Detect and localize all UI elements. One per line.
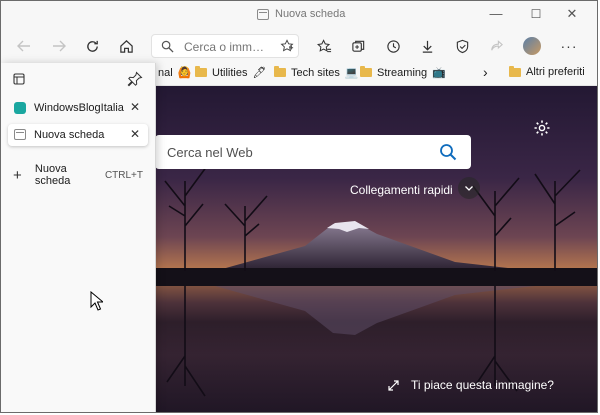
settings-gear-icon[interactable] <box>533 119 551 137</box>
new-tab-page: Cerca nel Web Collegamenti rapidi Ti pia… <box>155 86 597 412</box>
toolbar: Cerca o imm… ··· <box>1 29 597 63</box>
favorite-folder-tech-sites[interactable]: Tech sites 💻 <box>274 66 359 79</box>
expand-icon <box>388 379 399 391</box>
close-tab-icon[interactable]: ✕ <box>130 127 140 141</box>
plus-icon: + <box>13 166 22 184</box>
downloads-button[interactable] <box>414 33 440 59</box>
windowsblogitalia-favicon-icon <box>14 102 26 114</box>
more-button[interactable]: ··· <box>556 33 582 59</box>
favorite-label: Streaming <box>377 66 428 79</box>
image-info-label: Ti piace questa immagine? <box>411 378 554 392</box>
favorite-emoji: 📺 <box>432 67 446 79</box>
favorite-folder-utilities[interactable]: Utilities 🖊 <box>195 66 266 79</box>
address-bar[interactable]: Cerca o imm… <box>151 34 299 58</box>
home-icon <box>119 39 133 53</box>
browser-window: Nuova scheda — ☐ ✕ Cerca o imm… ··· nal … <box>0 0 598 413</box>
history-button[interactable] <box>380 33 406 59</box>
profile-button[interactable] <box>519 33 545 59</box>
new-tab-button[interactable]: + Nuova scheda CTRL+T <box>13 163 143 187</box>
favorites-icon <box>316 38 331 52</box>
close-tab-icon[interactable]: ✕ <box>130 100 140 114</box>
back-button[interactable] <box>11 33 37 59</box>
collections-button[interactable] <box>345 33 371 59</box>
home-button[interactable] <box>113 33 139 59</box>
window-title: Nuova scheda <box>257 8 345 20</box>
web-search-placeholder: Cerca nel Web <box>167 145 253 160</box>
refresh-button[interactable] <box>79 33 105 59</box>
minimize-button[interactable]: — <box>481 3 511 25</box>
chevron-right-icon: › <box>483 64 488 80</box>
forward-button[interactable] <box>46 33 72 59</box>
profile-avatar <box>523 37 541 55</box>
image-info[interactable]: Ti piace questa immagine? <box>388 378 554 392</box>
favorite-label: nal <box>158 66 173 79</box>
search-icon[interactable] <box>439 143 457 161</box>
folder-icon <box>195 66 207 77</box>
folder-icon <box>360 66 372 77</box>
new-tab-label: Nuova scheda <box>34 163 71 187</box>
chevron-down-icon <box>465 186 473 191</box>
favorite-folder-streaming[interactable]: Streaming 📺 <box>360 66 446 79</box>
tab-icon <box>257 8 269 20</box>
pin-icon[interactable] <box>127 71 143 87</box>
refresh-icon <box>86 40 98 52</box>
folder-icon <box>274 66 286 77</box>
address-placeholder: Cerca o imm… <box>184 40 265 54</box>
new-tab-favicon-icon <box>14 129 26 140</box>
back-icon <box>17 40 30 52</box>
favorite-label: Utilities <box>212 66 248 79</box>
vertical-tab-nuova-scheda[interactable]: Nuova scheda ✕ <box>8 124 148 146</box>
add-favorite-icon[interactable] <box>280 39 294 53</box>
favorite-emoji: 🖊 <box>252 67 267 79</box>
vertical-tab-label: Nuova scheda <box>34 129 105 141</box>
forward-icon <box>53 40 66 52</box>
downloads-icon <box>422 40 432 53</box>
vertical-tab-windowsblogitalia[interactable]: WindowsBlogItalia | W ✕ <box>8 97 148 119</box>
maximize-button[interactable]: ☐ <box>521 3 551 25</box>
quick-links-label[interactable]: Collegamenti rapidi <box>350 183 453 197</box>
favorite-item-0[interactable]: nal 🙆 <box>158 66 192 80</box>
favorites-button[interactable] <box>311 33 337 59</box>
browser-essentials-button[interactable] <box>449 33 475 59</box>
new-tab-shortcut: CTRL+T <box>104 169 143 181</box>
favorites-more-button[interactable]: › <box>483 64 488 80</box>
folder-icon <box>509 65 521 77</box>
title-bar: Nuova scheda — ☐ ✕ <box>1 1 597 29</box>
vertical-tab-label: WindowsBlogItalia | W <box>34 102 126 114</box>
browser-essentials-icon <box>456 39 468 53</box>
other-favorites[interactable]: Altri preferiti <box>509 65 585 78</box>
mouse-cursor-icon <box>90 291 103 311</box>
collections-icon <box>351 40 364 52</box>
more-icon: ··· <box>560 38 578 54</box>
vertical-tabs-panel: WindowsBlogItalia | W ✕ Nuova scheda ✕ +… <box>1 63 156 412</box>
web-search-box[interactable]: Cerca nel Web <box>155 135 471 169</box>
favorite-emoji: 💻 <box>344 67 359 79</box>
tab-actions-icon[interactable] <box>13 73 25 85</box>
history-icon <box>386 39 400 53</box>
close-button[interactable]: ✕ <box>557 3 587 25</box>
window-title-text: Nuova scheda <box>275 8 346 20</box>
favorite-label: Tech sites <box>291 66 340 79</box>
share-button[interactable] <box>483 33 509 59</box>
search-icon <box>161 40 174 53</box>
quick-links-toggle[interactable] <box>458 177 480 199</box>
favorite-emoji: 🙆 <box>177 67 192 79</box>
share-icon <box>490 39 503 50</box>
other-favorites-label: Altri preferiti <box>526 66 585 78</box>
